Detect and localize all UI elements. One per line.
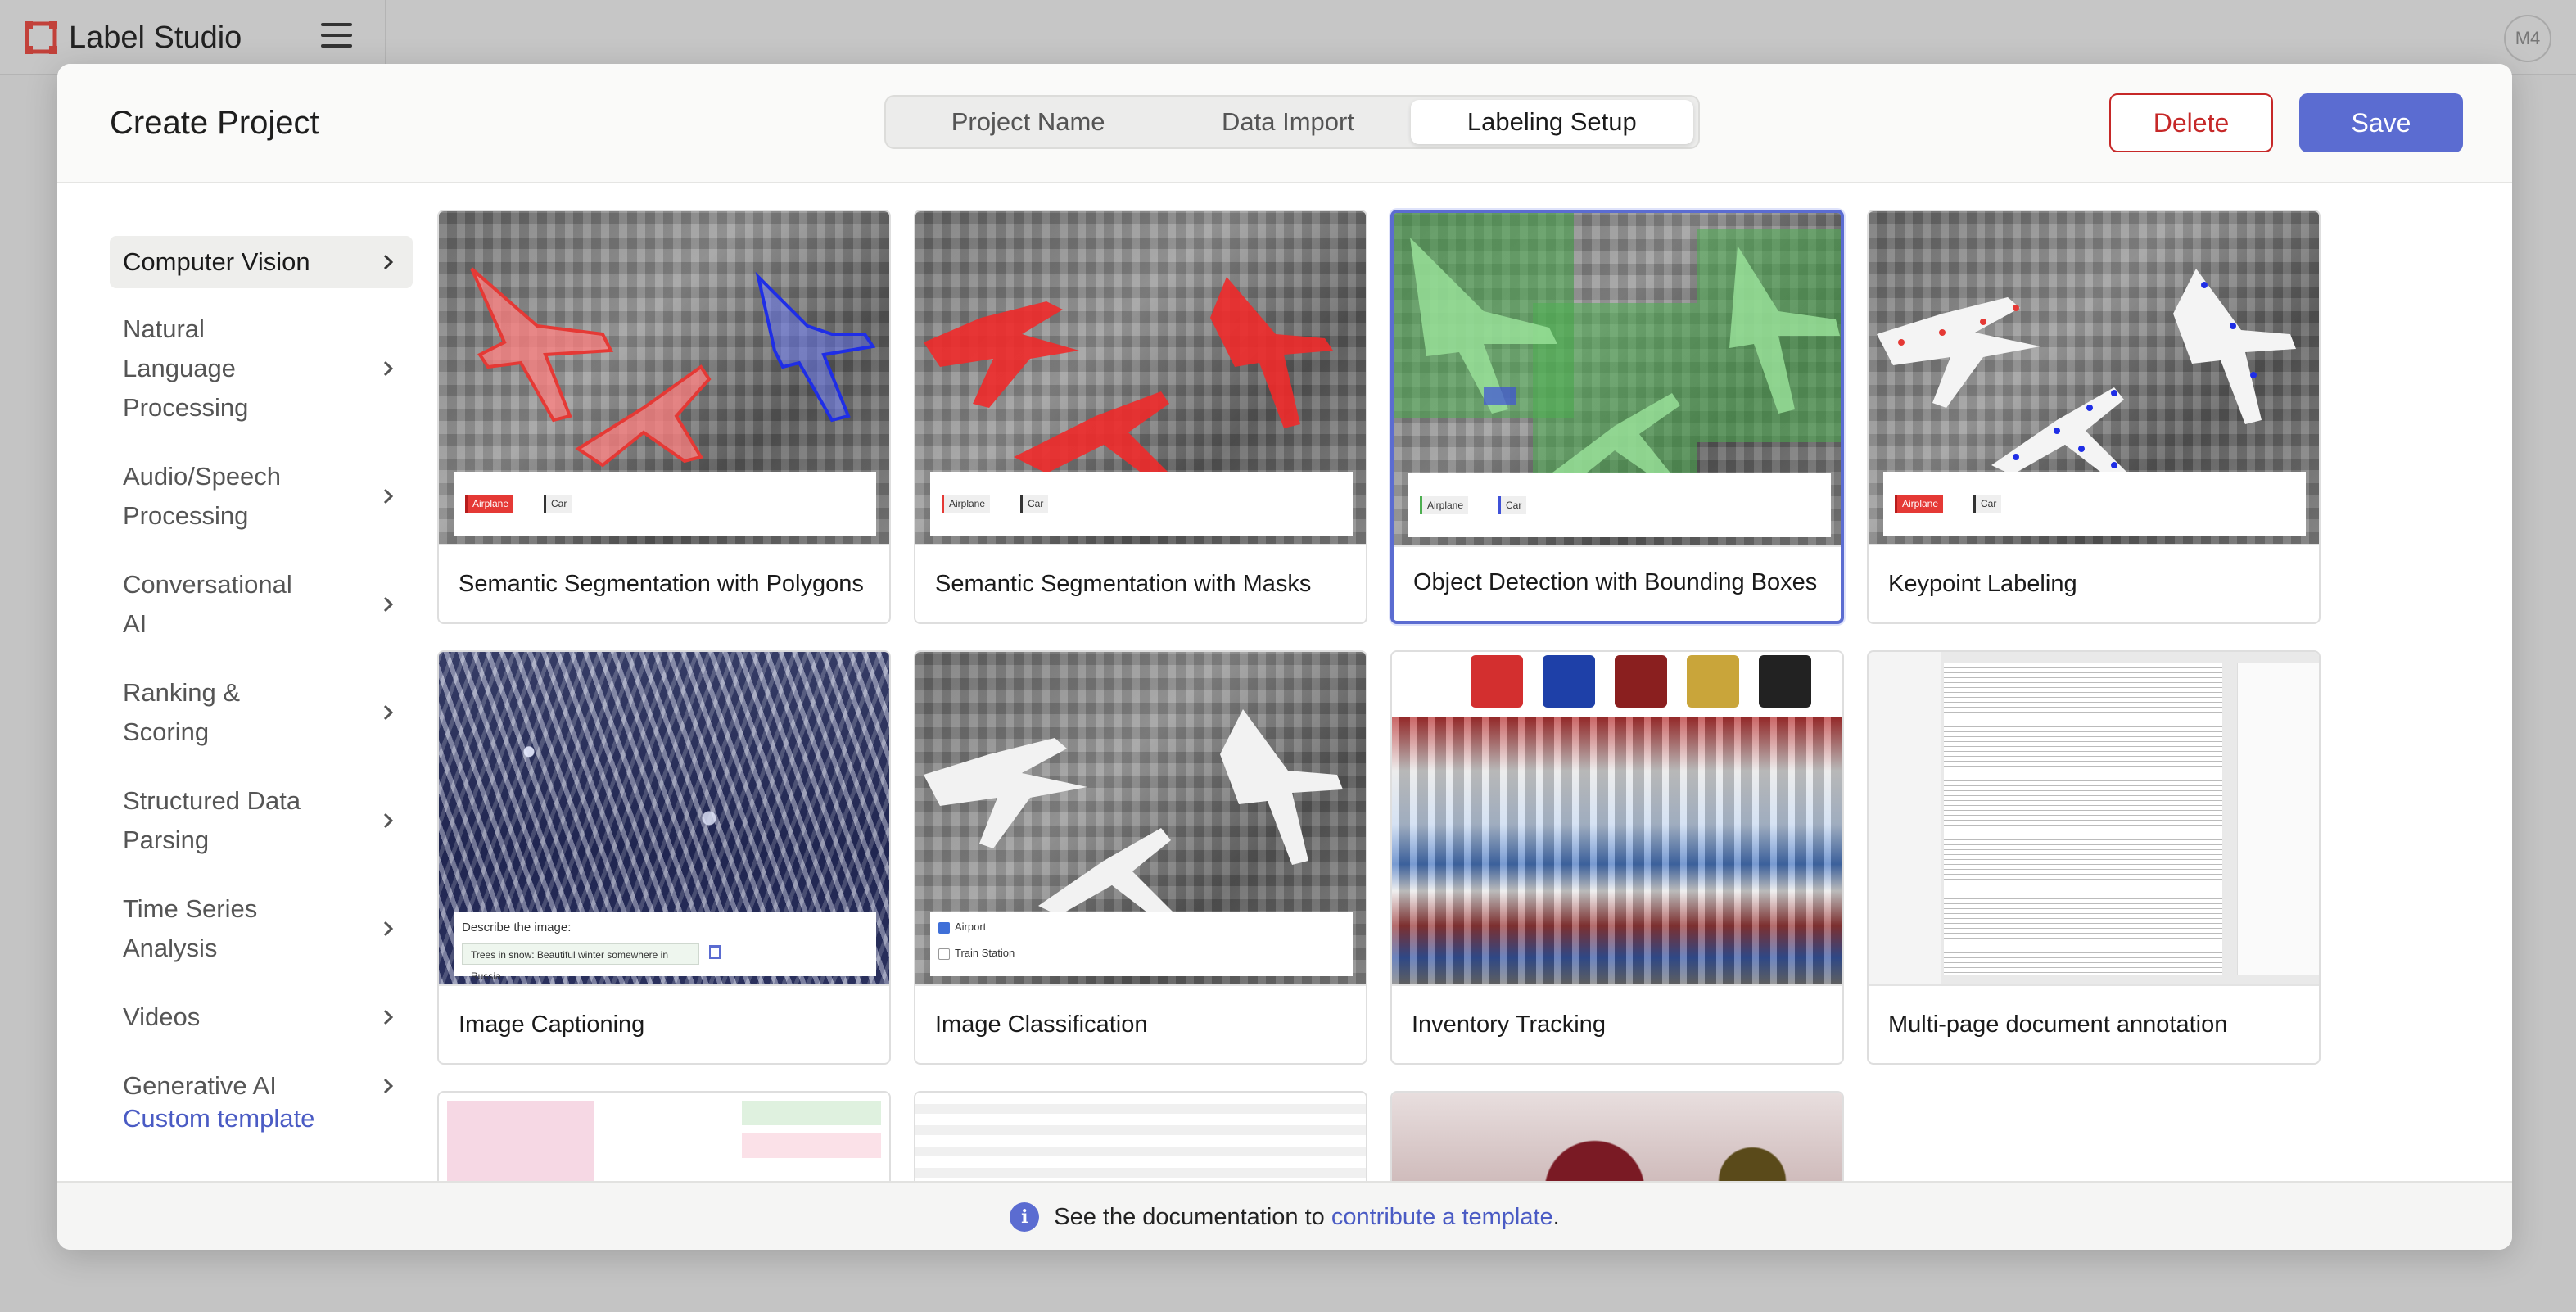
contribute-template-link[interactable]: contribute a template: [1331, 1204, 1553, 1231]
template-thumbnail: Describe the image: Trees in snow: Beaut…: [439, 652, 889, 984]
template-card-multi-page-document-annotation[interactable]: Multi-page document annotation: [1867, 650, 2321, 1065]
category-time-series-analysis[interactable]: Time Series Analysis: [110, 883, 413, 975]
footer-text: See the documentation to: [1054, 1203, 1331, 1230]
checkbox-checked-icon: [938, 922, 950, 934]
delete-button[interactable]: Delete: [2109, 93, 2273, 152]
thumb-tag-car: Car: [544, 495, 572, 513]
template-card-semantic-segmentation-masks[interactable]: Airplane Car Semantic Segmentation with …: [914, 210, 1367, 624]
template-thumbnail: Airplane Car: [439, 211, 889, 544]
category-label: Generative AI: [123, 1071, 277, 1100]
template-title: Semantic Segmentation with Polygons: [459, 571, 864, 597]
template-card-inventory-tracking[interactable]: Inventory Tracking: [1390, 650, 1844, 1065]
thumb-tag-airplane: Airplane: [465, 495, 514, 513]
thumbnail-label-bar: Airplane Car: [1408, 473, 1831, 537]
category-label: Time Series Analysis: [123, 894, 258, 962]
label-studio-logo-icon: [25, 21, 57, 54]
tab-project-name[interactable]: Project Name: [891, 100, 1165, 144]
chevron-right-icon: [383, 1078, 394, 1094]
class-option-airport: Airport: [955, 921, 987, 933]
class-option-train-station: Train Station: [955, 947, 1015, 959]
caption-text: Trees in snow: Beautiful winter somewher…: [462, 943, 699, 982]
trash-icon: [709, 945, 721, 959]
template-card-partial-2[interactable]: [914, 1091, 1367, 1189]
template-card-image-captioning[interactable]: Describe the image: Trees in snow: Beaut…: [437, 650, 891, 1065]
thumbnail-label-bar: Airplane Car: [930, 472, 1353, 536]
category-computer-vision[interactable]: Computer Vision: [110, 236, 413, 288]
thumb-tag-airplane: Airplane: [1420, 496, 1469, 514]
footer-suffix: .: [1552, 1203, 1560, 1230]
category-label: Computer Vision: [123, 247, 310, 276]
thumb-tag-car: Car: [1973, 495, 2002, 513]
category-videos[interactable]: Videos: [110, 991, 413, 1043]
custom-template-link[interactable]: Custom template: [123, 1104, 314, 1133]
step-tabs: Project Name Data Import Labeling Setup: [884, 95, 1700, 149]
template-thumbnail: Airplane Car: [1394, 213, 1841, 545]
template-thumbnail: Airplane Car: [1869, 211, 2319, 544]
thumbnail-label-bar: Airplane Car: [1883, 472, 2306, 536]
template-thumbnail: [1392, 652, 1842, 984]
template-title: Object Detection with Bounding Boxes: [1413, 569, 1818, 595]
thumb-tag-airplane: Airplane: [942, 495, 991, 513]
template-title: Image Captioning: [459, 1011, 645, 1038]
category-natural-language-processing[interactable]: Natural Language Processing: [110, 303, 413, 434]
category-label: Structured Data Parsing: [123, 786, 301, 854]
template-card-keypoint-labeling[interactable]: Airplane Car Keypoint Labeling: [1867, 210, 2321, 624]
category-label: Audio/Speech Processing: [123, 462, 282, 530]
chevron-right-icon: [383, 921, 394, 937]
template-title: Inventory Tracking: [1412, 1011, 1606, 1038]
chevron-right-icon: [383, 360, 394, 377]
template-card-image-classification[interactable]: Airport Train Station Image Classificati…: [914, 650, 1367, 1065]
template-thumbnail: Airport Train Station: [915, 652, 1366, 984]
chevron-right-icon: [383, 488, 394, 504]
template-card-object-detection-bounding-boxes[interactable]: Airplane Car Object Detection with Bound…: [1390, 210, 1844, 624]
tab-labeling-setup[interactable]: Labeling Setup: [1410, 100, 1693, 144]
user-avatar[interactable]: M4: [2504, 15, 2551, 62]
template-card-partial-3[interactable]: [1390, 1091, 1844, 1189]
category-label: Videos: [123, 1002, 201, 1031]
chevron-right-icon: [383, 1009, 394, 1025]
chevron-right-icon: [383, 596, 394, 613]
modal-title: Create Project: [110, 105, 319, 141]
modal-header: Create Project Project Name Data Import …: [57, 64, 2512, 183]
category-conversational-ai[interactable]: Conversational AI: [110, 559, 413, 650]
menu-icon[interactable]: [321, 23, 352, 55]
thumb-tag-car: Car: [1020, 495, 1049, 513]
template-card-partial-1[interactable]: [437, 1091, 891, 1189]
template-card-semantic-segmentation-polygons[interactable]: Airplane Car Semantic Segmentation with …: [437, 210, 891, 624]
checkbox-unchecked-icon: [938, 948, 950, 960]
template-thumbnail: [1869, 652, 2319, 984]
thumb-tag-airplane: Airplane: [1895, 495, 1944, 513]
app-logo-text: Label Studio: [69, 20, 242, 55]
topbar-divider: [385, 0, 386, 74]
category-audio-speech-processing[interactable]: Audio/Speech Processing: [110, 450, 413, 542]
category-structured-data-parsing[interactable]: Structured Data Parsing: [110, 775, 413, 866]
modal-footer: i See the documentation to contribute a …: [57, 1181, 2512, 1250]
thumb-tag-car: Car: [1498, 496, 1527, 514]
create-project-modal: Create Project Project Name Data Import …: [57, 64, 2512, 1250]
chevron-right-icon: [383, 704, 394, 721]
tab-data-import[interactable]: Data Import: [1165, 100, 1410, 144]
template-category-sidebar: Computer Vision Natural Language Process…: [110, 236, 413, 1112]
caption-panel: Describe the image: Trees in snow: Beaut…: [454, 912, 876, 982]
category-ranking-scoring[interactable]: Ranking & Scoring: [110, 667, 413, 758]
template-title: Semantic Segmentation with Masks: [935, 571, 1312, 597]
category-label: Conversational AI: [123, 570, 292, 638]
save-button[interactable]: Save: [2299, 93, 2463, 152]
category-label: Ranking & Scoring: [123, 678, 241, 746]
chevron-right-icon: [383, 254, 394, 270]
app-logo[interactable]: Label Studio: [25, 18, 242, 57]
template-title: Image Classification: [935, 1011, 1148, 1038]
template-title: Multi-page document annotation: [1888, 1011, 2228, 1038]
info-icon: i: [1010, 1202, 1040, 1232]
caption-prompt: Describe the image:: [462, 921, 572, 934]
template-thumbnail: Airplane Car: [915, 211, 1366, 544]
thumbnail-label-bar: Airplane Car: [454, 472, 876, 536]
category-label: Natural Language Processing: [123, 314, 249, 422]
template-title: Keypoint Labeling: [1888, 571, 2077, 597]
classification-panel: Airport Train Station: [930, 912, 1353, 976]
chevron-right-icon: [383, 812, 394, 829]
